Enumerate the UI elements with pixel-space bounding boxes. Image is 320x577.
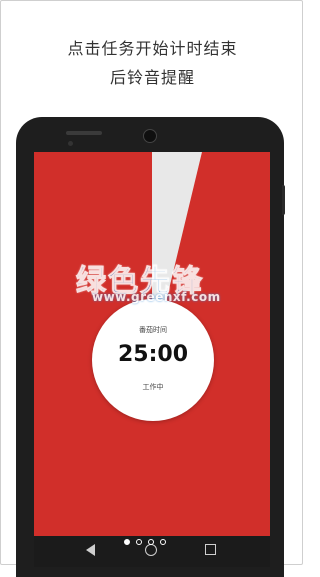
caption-line-2: 后铃音提醒 bbox=[109, 68, 195, 87]
front-camera-icon bbox=[143, 129, 157, 143]
timer-countdown: 25:00 bbox=[117, 342, 189, 367]
page-indicator bbox=[124, 539, 166, 549]
promo-caption: 点击任务开始计时结束 后铃音提醒 bbox=[0, 34, 305, 92]
proximity-sensor bbox=[68, 141, 73, 146]
watermark-url: www.greenxf.com bbox=[92, 290, 221, 304]
recent-apps-icon[interactable] bbox=[205, 544, 216, 555]
page-dot[interactable] bbox=[160, 539, 166, 545]
timer-label: 番茄时间 bbox=[139, 326, 167, 334]
timer-status: 工作中 bbox=[142, 383, 164, 391]
page-dot[interactable] bbox=[136, 539, 142, 545]
power-button bbox=[282, 185, 285, 215]
app-screen: 番茄时间 25:00 工作中 bbox=[34, 152, 270, 536]
page-dot[interactable] bbox=[124, 539, 130, 545]
earpiece-speaker bbox=[66, 131, 102, 135]
page-dot[interactable] bbox=[148, 539, 154, 545]
timer-dial[interactable]: 番茄时间 25:00 工作中 bbox=[92, 299, 214, 421]
caption-line-1: 点击任务开始计时结束 bbox=[67, 39, 238, 58]
back-icon[interactable] bbox=[86, 544, 95, 556]
